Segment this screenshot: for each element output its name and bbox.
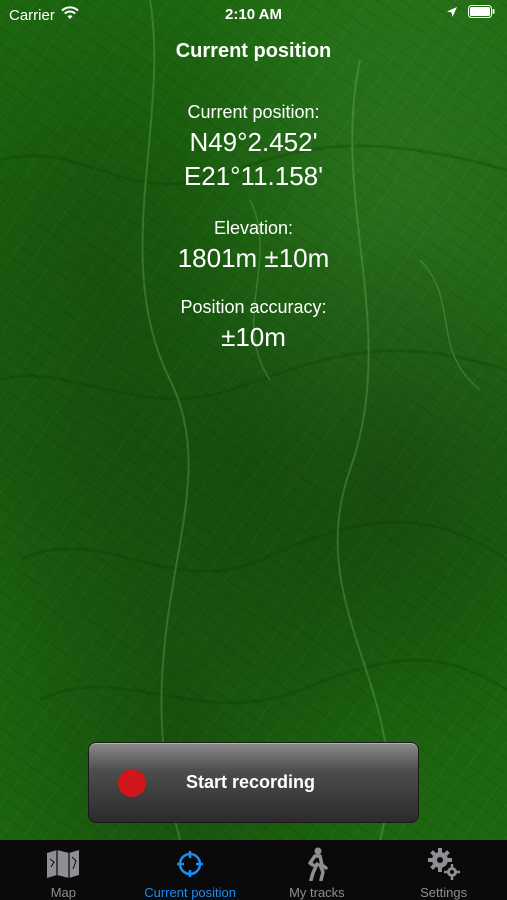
battery-icon (468, 5, 495, 22)
walking-person-icon (299, 847, 335, 881)
accuracy-value: ±10m (221, 322, 286, 352)
tab-settings-label: Settings (420, 885, 468, 900)
start-recording-label: Start recording (186, 772, 316, 792)
status-bar: Carrier 2:10 AM (0, 0, 507, 28)
status-time: 2:10 AM (225, 6, 282, 23)
tab-bar: Map Current position My tracks Settings (0, 840, 507, 900)
tab-map[interactable]: Map (0, 840, 127, 900)
latitude-value: N49°2.452' (189, 127, 318, 157)
tab-settings[interactable]: Settings (380, 840, 507, 900)
start-recording-button[interactable]: Start recording (88, 742, 419, 823)
page-title: Current position (175, 40, 332, 62)
tab-current-position-label: Current position (144, 885, 237, 900)
tab-map-label: Map (50, 885, 77, 900)
accuracy-label: Position accuracy: (180, 297, 327, 317)
record-dot-icon (118, 768, 146, 797)
elevation-value: 1801m ±10m (177, 243, 330, 273)
tab-my-tracks[interactable]: My tracks (254, 840, 381, 900)
map-icon (45, 847, 81, 881)
elevation-block: Elevation: 1801m ±10m (0, 218, 507, 275)
longitude-value: E21°11.158' (183, 161, 324, 191)
location-arrow-icon (446, 5, 458, 22)
accuracy-block: Position accuracy: ±10m (0, 297, 507, 354)
crosshair-icon (172, 847, 208, 881)
current-position-label: Current position: (187, 102, 320, 122)
tab-current-position[interactable]: Current position (127, 840, 254, 900)
gears-icon (426, 847, 462, 881)
tab-my-tracks-label: My tracks (289, 885, 345, 900)
status-right (446, 5, 495, 22)
current-position-block: Current position: N49°2.452' E21°11.158' (0, 102, 507, 193)
elevation-label: Elevation: (213, 218, 294, 238)
